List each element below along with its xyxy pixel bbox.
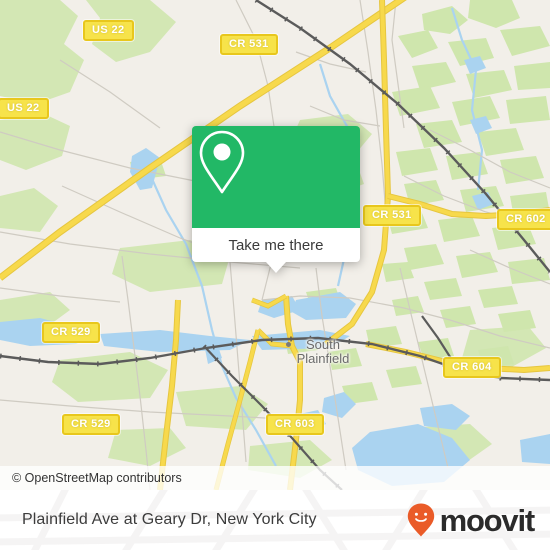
- road-shield-cr531-top[interactable]: CR 531: [220, 34, 278, 55]
- popup-header: [192, 126, 360, 228]
- road-shield-cr604[interactable]: CR 604: [443, 357, 501, 378]
- road-shield-us22-left[interactable]: US 22: [0, 98, 49, 119]
- osm-attribution-text[interactable]: © OpenStreetMap contributors: [0, 471, 182, 485]
- moovit-station-map-card: South Plainfield US 22 CR 531 US 22 CR 5…: [0, 0, 550, 550]
- place-label-line1: South: [306, 337, 340, 352]
- moovit-pin-icon: [407, 503, 434, 537]
- station-popup[interactable]: Take me there: [192, 126, 360, 273]
- road-shield-cr603[interactable]: CR 603: [266, 414, 324, 435]
- osm-attribution: © OpenStreetMap contributors: [0, 466, 550, 490]
- road-shield-cr531-mid[interactable]: CR 531: [363, 205, 421, 226]
- popup-footer[interactable]: Take me there: [192, 228, 360, 262]
- place-label-south-plainfield: South Plainfield: [268, 338, 378, 366]
- station-title: Plainfield Ave at Geary Dr, New York Cit…: [22, 511, 317, 528]
- footer-bar: Plainfield Ave at Geary Dr, New York Cit…: [0, 490, 550, 550]
- map-canvas[interactable]: South Plainfield US 22 CR 531 US 22 CR 5…: [0, 0, 550, 490]
- take-me-there-label: Take me there: [228, 236, 324, 254]
- road-shield-cr529-mid[interactable]: CR 529: [42, 322, 100, 343]
- map-pin-icon: [199, 130, 245, 194]
- moovit-wordmark: moovit: [439, 502, 536, 538]
- road-shield-cr529-low[interactable]: CR 529: [62, 414, 120, 435]
- moovit-logo[interactable]: moovit: [406, 490, 536, 550]
- road-shield-cr602[interactable]: CR 602: [497, 209, 550, 230]
- road-shield-us22-top[interactable]: US 22: [83, 20, 134, 41]
- popup-pointer: [266, 262, 286, 273]
- place-label-line2: Plainfield: [296, 351, 350, 366]
